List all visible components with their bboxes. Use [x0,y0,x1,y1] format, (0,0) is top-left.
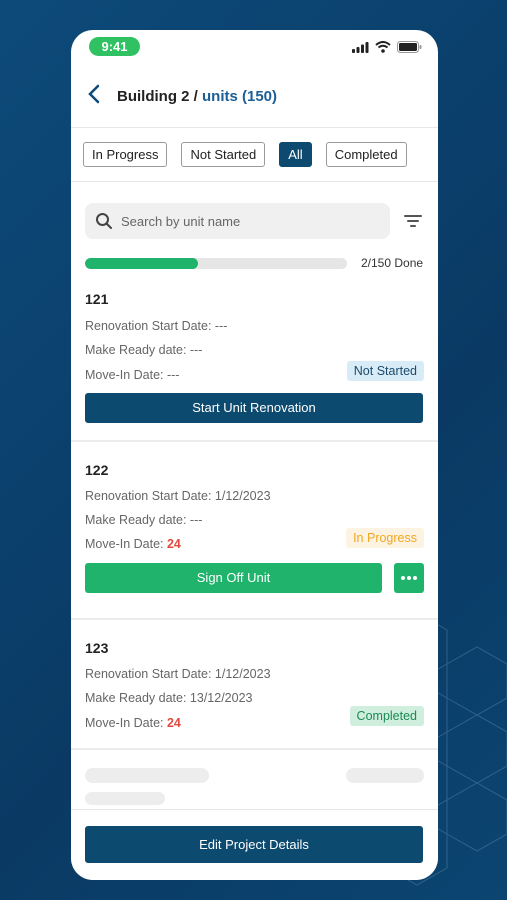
move-in-label: Move-In Date: [85,716,167,730]
move-in-value: 24 [166,537,181,551]
progress-row: 2/150 Done [85,256,438,270]
title-building: Building 2 / [117,88,202,105]
move-in-label: Move-In Date: --- [85,368,180,382]
more-dots-icon [413,576,417,580]
search-row: Search by unit name [85,203,438,239]
title-units-count: units (150) [202,88,278,105]
make-ready-date: Make Ready date: 13/12/2023 [85,691,253,705]
unit-card-122: 122 Renovation Start Date: 1/12/2023 Mak… [71,442,438,620]
skeleton-line [85,768,209,783]
search-input[interactable]: Search by unit name [85,203,390,239]
renovation-start-date: Renovation Start Date: 1/12/2023 [85,489,271,503]
move-in-date: Move-In Date: 24 [85,716,181,730]
status-badge: In Progress [346,528,424,548]
bottom-bar: Edit Project Details [71,809,438,880]
phone-screen: 9:41 Building 2 / units (150) In Progres… [71,30,438,880]
filter-chips: In Progress Not Started All Completed [71,128,438,182]
status-badge: Completed [349,706,424,726]
status-time: 9:41 [89,37,140,56]
search-icon [96,213,112,229]
skeleton-card [71,750,438,810]
move-in-date: Move-In Date: --- [85,368,179,382]
wifi-icon [375,41,391,53]
progress-label: 2/150 Done [361,256,424,270]
page-title: Building 2 / units (150) [117,88,277,105]
status-icons [352,41,422,53]
move-in-value: 24 [166,716,181,730]
progress-bar [85,257,347,269]
more-dots-icon [401,576,405,580]
unit-card-123: 123 Renovation Start Date: 1/12/2023 Mak… [71,620,438,750]
search-placeholder: Search by unit name [121,213,241,229]
more-dots-icon [407,576,411,580]
unit-number: 122 [85,462,109,478]
cellular-signal-icon [352,41,369,53]
progress-bar-fill [85,257,198,269]
make-ready-date: Make Ready date: --- [85,343,203,357]
skeleton-line [346,768,424,783]
filter-icon[interactable] [403,211,423,231]
more-options-button[interactable] [394,563,424,593]
renovation-start-date: Renovation Start Date: 1/12/2023 [85,667,271,681]
edit-project-details-button[interactable]: Edit Project Details [85,826,423,863]
sign-off-unit-button[interactable]: Sign Off Unit [85,563,382,593]
filter-all[interactable]: All [279,142,312,167]
renovation-start-date: Renovation Start Date: --- [85,319,228,333]
make-ready-date: Make Ready date: --- [85,513,203,527]
filter-in-progress[interactable]: In Progress [83,142,168,167]
status-bar: 9:41 [71,30,438,66]
move-in-date: Move-In Date: 24 [85,537,181,551]
move-in-label: Move-In Date: [85,537,167,551]
skeleton-line [85,792,165,805]
page-header: Building 2 / units (150) [71,66,438,128]
unit-card-121: 121 Renovation Start Date: --- Make Read… [71,274,438,442]
status-badge: Not Started [346,361,424,381]
battery-icon [397,41,422,53]
back-chevron-icon[interactable] [87,84,117,110]
start-unit-renovation-button[interactable]: Start Unit Renovation [85,393,423,423]
filter-not-started[interactable]: Not Started [181,142,266,167]
filter-completed[interactable]: Completed [325,142,407,167]
unit-number: 123 [85,640,109,656]
unit-number: 121 [85,291,109,307]
